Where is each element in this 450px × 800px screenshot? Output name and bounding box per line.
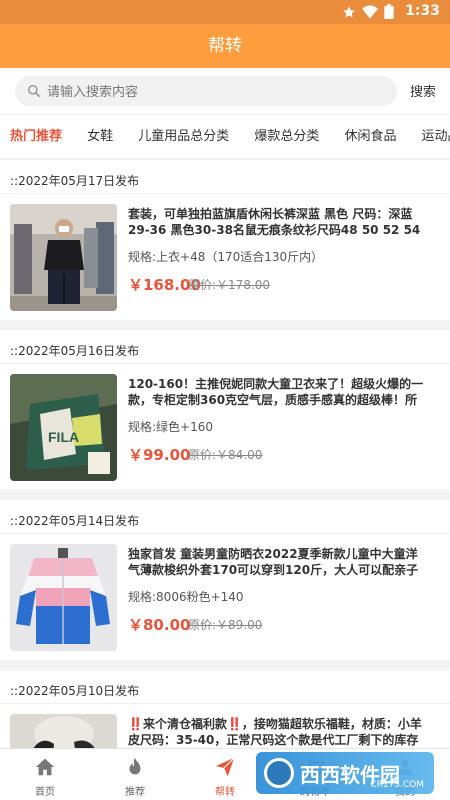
search-bar: 搜索 (0, 68, 450, 114)
product-title: 独家首发 童装男童防晒衣2022夏季新款儿童中大童洋气薄款梭织外套170可以穿到… (128, 547, 419, 577)
search-input[interactable] (47, 83, 367, 99)
list-item[interactable]: ::2022年05月14日发布 独家首发 童装男童防晒衣2022夏季新款儿童中大… (0, 500, 450, 660)
product-image[interactable] (10, 204, 117, 311)
post-body: ‼️来个清仓福利款‼️，接吻猫超软乐福鞋，材质：小羊皮尺码：35-40，正常尺码… (0, 704, 450, 748)
battery-icon (384, 4, 394, 19)
search-icon (28, 85, 40, 97)
post-date: ::2022年05月16日发布 (0, 330, 450, 364)
product-price: ￥99.00 (128, 446, 191, 464)
watermark-logo-icon (264, 758, 294, 788)
tab-recommend[interactable]: 推荐 (90, 749, 180, 800)
post-date: ::2022年05月14日发布 (0, 500, 450, 534)
category-tab-kids[interactable]: 儿童用品总分类 (128, 115, 239, 158)
product-spec: 规格:上衣+48（170适合130斤内） (128, 250, 324, 264)
post-date: ::2022年05月17日发布 (0, 160, 450, 194)
category-tab-womens-shoes[interactable]: 女鞋 (77, 115, 123, 158)
flame-icon (129, 757, 141, 775)
post-date: ::2022年05月10日发布 (0, 670, 450, 704)
list-item[interactable]: ::2022年05月10日发布 ‼️来个清仓福利款‼️，接吻猫超软乐福鞋，材质：… (0, 670, 450, 748)
tab-label: 推荐 (125, 787, 145, 798)
product-feed: ::2022年05月17日发布 套装，可单独拍蓝旗盾休闲长裤深蓝 黑色 尺码：深… (0, 160, 450, 748)
list-item[interactable]: ::2022年05月16日发布 FILA 120-160！主推倪妮同款大童卫衣来… (0, 330, 450, 490)
product-title: 套装，可单独拍蓝旗盾休闲长裤深蓝 黑色 尺码：深蓝29-36 黑色30-38名鼠… (128, 207, 421, 237)
home-icon (35, 758, 55, 776)
category-tab-snacks[interactable]: 休闲食品 (334, 115, 406, 158)
star-icon (343, 5, 355, 18)
product-spec: 规格:8006粉色+140 (128, 590, 244, 604)
tab-home[interactable]: 首页 (0, 749, 90, 800)
category-tabs: 热门推荐 女鞋 儿童用品总分类 爆款总分类 休闲食品 运动品牌总分类 (0, 114, 450, 158)
svg-text:FILA: FILA (48, 429, 79, 445)
category-tab-hot[interactable]: 热门推荐 (0, 115, 72, 158)
category-tab-sports[interactable]: 运动品牌总分类 (412, 115, 450, 158)
post-body: 独家首发 童装男童防晒衣2022夏季新款儿童中大童洋气薄款梭织外套170可以穿到… (0, 534, 450, 660)
category-tab-bestsellers[interactable]: 爆款总分类 (244, 115, 329, 158)
page-title: 帮转 (0, 24, 450, 68)
watermark-subtext: CR173.COM (370, 780, 424, 790)
paper-plane-icon (215, 757, 235, 777)
product-image[interactable] (10, 544, 117, 651)
tab-label: 首页 (35, 787, 55, 798)
product-title: 120-160！主推倪妮同款大童卫衣来了！超级火爆的一款，专柜定制360克空气层… (128, 377, 424, 407)
product-image[interactable] (10, 714, 117, 748)
watermark: 西西软件园 CR173.COM (256, 752, 434, 794)
post-body: FILA 120-160！主推倪妮同款大童卫衣来了！超级火爆的一款，专柜定制36… (0, 364, 450, 490)
wifi-icon (362, 4, 378, 19)
product-image[interactable]: FILA (10, 374, 117, 481)
status-icons (342, 4, 394, 19)
product-spec: 规格:绿色+160 (128, 420, 214, 434)
status-time: 1:33 (405, 3, 440, 19)
search-button[interactable]: 搜索 (410, 81, 436, 100)
list-item[interactable]: ::2022年05月17日发布 套装，可单独拍蓝旗盾休闲长裤深蓝 黑色 尺码：深… (0, 160, 450, 320)
original-price: 原价:￥178.00 (188, 278, 271, 292)
product-title: ‼️来个清仓福利款‼️，接吻猫超软乐福鞋，材质：小羊皮尺码：35-40，正常尺码… (128, 717, 422, 747)
status-bar: 1:33 (0, 0, 450, 24)
original-price: 原价:￥84.00 (188, 448, 263, 462)
original-price: 原价:￥89.00 (188, 618, 263, 632)
post-body: 套装，可单独拍蓝旗盾休闲长裤深蓝 黑色 尺码：深蓝29-36 黑色30-38名鼠… (0, 194, 450, 320)
search-box[interactable] (15, 76, 397, 106)
product-price: ￥80.00 (128, 616, 191, 634)
